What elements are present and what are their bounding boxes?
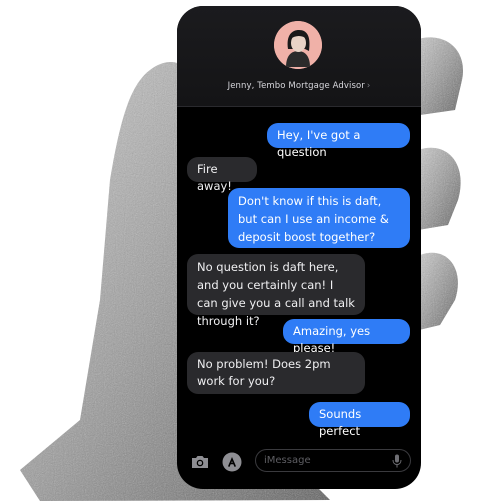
contact-name-text: Jenny, Tembo Mortgage Advisor (227, 81, 365, 91)
message-toolbar (177, 441, 421, 489)
contact-avatar[interactable] (274, 21, 322, 69)
message-outgoing: Amazing, yes please! (283, 319, 410, 355)
camera-icon[interactable] (189, 451, 211, 473)
microphone-icon[interactable] (392, 454, 402, 468)
message-text: Fire away! (197, 162, 232, 193)
app-store-icon[interactable] (221, 451, 243, 473)
message-input-field[interactable] (255, 449, 411, 472)
message-outgoing: Don't know if this is daft, but can I us… (228, 188, 410, 248)
phone-screen: Jenny, Tembo Mortgage Advisor › Hey, I've… (177, 6, 421, 489)
contact-name[interactable]: Jenny, Tembo Mortgage Advisor › (177, 81, 421, 91)
message-text: No problem! Does 2pm work for you? (197, 357, 331, 388)
message-outgoing: Hey, I've got a question (267, 123, 410, 159)
conversation-header[interactable]: Jenny, Tembo Mortgage Advisor › (177, 6, 421, 107)
message-text: Hey, I've got a question (277, 128, 361, 159)
imessage-input[interactable] (264, 453, 384, 468)
message-incoming: No question is daft here, and you certai… (187, 254, 365, 328)
message-incoming: No problem! Does 2pm work for you? (187, 352, 365, 394)
message-text: Sounds perfect (319, 407, 362, 438)
message-text: No question is daft here, and you certai… (197, 260, 355, 328)
message-text: Don't know if this is daft, but can I us… (238, 194, 389, 244)
message-text: Amazing, yes please! (293, 324, 371, 355)
chevron-right-icon: › (366, 81, 371, 91)
message-incoming: Fire away! (187, 157, 257, 193)
message-outgoing: Sounds perfect (309, 402, 410, 438)
